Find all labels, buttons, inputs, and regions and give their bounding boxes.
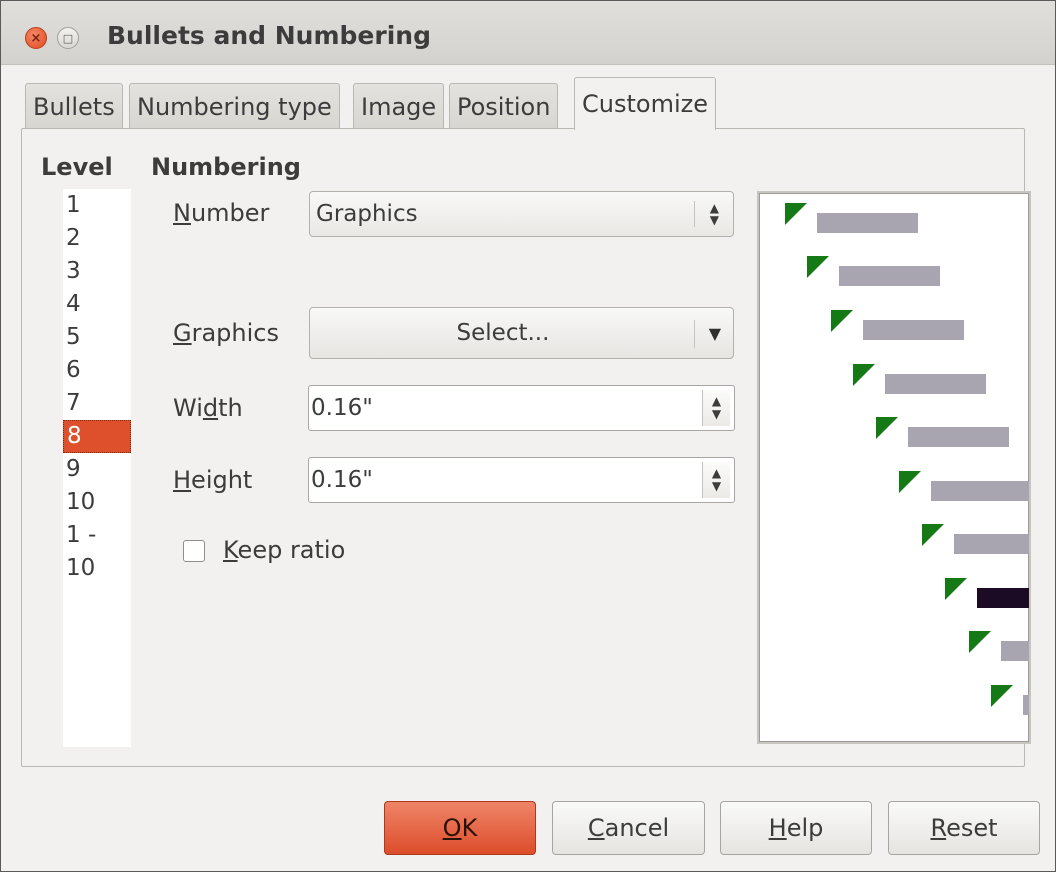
preview-line	[885, 374, 986, 394]
dialog-window: × □ Bullets and Numbering Bullets Number…	[0, 0, 1056, 872]
bullet-graphic-icon	[969, 631, 991, 653]
numbering-preview	[757, 191, 1031, 744]
keep-ratio-checkbox[interactable]	[183, 540, 205, 562]
width-label: Width	[173, 394, 243, 422]
reset-button[interactable]: Reset	[888, 801, 1040, 855]
tab-numbering-type[interactable]: Numbering type	[129, 83, 340, 129]
help-button[interactable]: Help	[720, 801, 872, 855]
level-item-4[interactable]: 4	[63, 288, 131, 321]
dropdown-arrow-icon: ▼	[708, 324, 721, 343]
level-item-2[interactable]: 2	[63, 222, 131, 255]
level-heading: Level	[41, 153, 113, 181]
tab-customize[interactable]: Customize	[574, 77, 716, 130]
width-value: 0.16"	[311, 395, 373, 421]
bullet-graphic-icon	[991, 685, 1013, 707]
tab-bullets[interactable]: Bullets	[25, 83, 123, 129]
level-item-3[interactable]: 3	[63, 255, 131, 288]
bullet-graphic-icon	[807, 256, 829, 278]
height-value: 0.16"	[311, 467, 373, 493]
level-item-6[interactable]: 6	[63, 354, 131, 387]
tab-position[interactable]: Position	[449, 83, 559, 129]
dialog-title: Bullets and Numbering	[107, 21, 431, 50]
number-label: Number	[173, 199, 270, 227]
level-item-1[interactable]: 1	[63, 189, 131, 222]
ok-button[interactable]: OK	[384, 801, 536, 855]
bullet-graphic-icon	[831, 310, 853, 332]
preview-line	[1023, 695, 1029, 715]
title-bar: × □ Bullets and Numbering	[1, 1, 1055, 65]
height-spinbox[interactable]: 0.16" ▲ ▼	[308, 457, 735, 503]
preview-line	[954, 534, 1029, 554]
cancel-button[interactable]: Cancel	[552, 801, 705, 855]
preview-line	[863, 320, 964, 340]
bullet-graphic-icon	[785, 203, 807, 225]
updown-chevron-icon: ▲ ▼	[709, 201, 719, 227]
bullet-graphic-icon	[853, 364, 875, 386]
level-item-all[interactable]: 1 - 10	[63, 519, 131, 581]
bullet-graphic-icon	[899, 471, 921, 493]
level-item-7[interactable]: 7	[63, 387, 131, 420]
keep-ratio-label[interactable]: Keep ratio	[223, 536, 345, 564]
preview-line	[839, 266, 940, 286]
level-item-10[interactable]: 10	[63, 486, 131, 519]
level-item-5[interactable]: 5	[63, 321, 131, 354]
preview-line	[1001, 641, 1029, 661]
number-type-select[interactable]: Graphics ▲ ▼	[309, 191, 734, 237]
level-list[interactable]: 1 2 3 4 5 6 7 8 9 10 1 - 10	[63, 189, 131, 747]
maximize-icon[interactable]: □	[57, 27, 79, 49]
graphics-label: Graphics	[173, 319, 279, 347]
width-spinbox[interactable]: 0.16" ▲ ▼	[308, 385, 735, 431]
bullet-graphic-icon	[922, 524, 944, 546]
width-stepper-icon[interactable]: ▲ ▼	[702, 390, 730, 426]
preview-line	[931, 481, 1029, 501]
tab-image[interactable]: Image	[353, 83, 445, 129]
preview-line-selected	[977, 588, 1029, 608]
level-item-8[interactable]: 8	[63, 420, 131, 453]
preview-line	[817, 213, 918, 233]
preview-line	[908, 427, 1009, 447]
number-type-value: Graphics	[316, 201, 418, 227]
level-item-9[interactable]: 9	[63, 453, 131, 486]
bullet-graphic-icon	[945, 578, 967, 600]
bullet-graphic-icon	[876, 417, 898, 439]
height-stepper-icon[interactable]: ▲ ▼	[702, 462, 730, 498]
height-label: Height	[173, 466, 253, 494]
numbering-heading: Numbering	[151, 153, 301, 181]
close-icon[interactable]: ×	[25, 27, 47, 49]
graphics-select-button[interactable]: Select... ▼	[309, 307, 734, 359]
